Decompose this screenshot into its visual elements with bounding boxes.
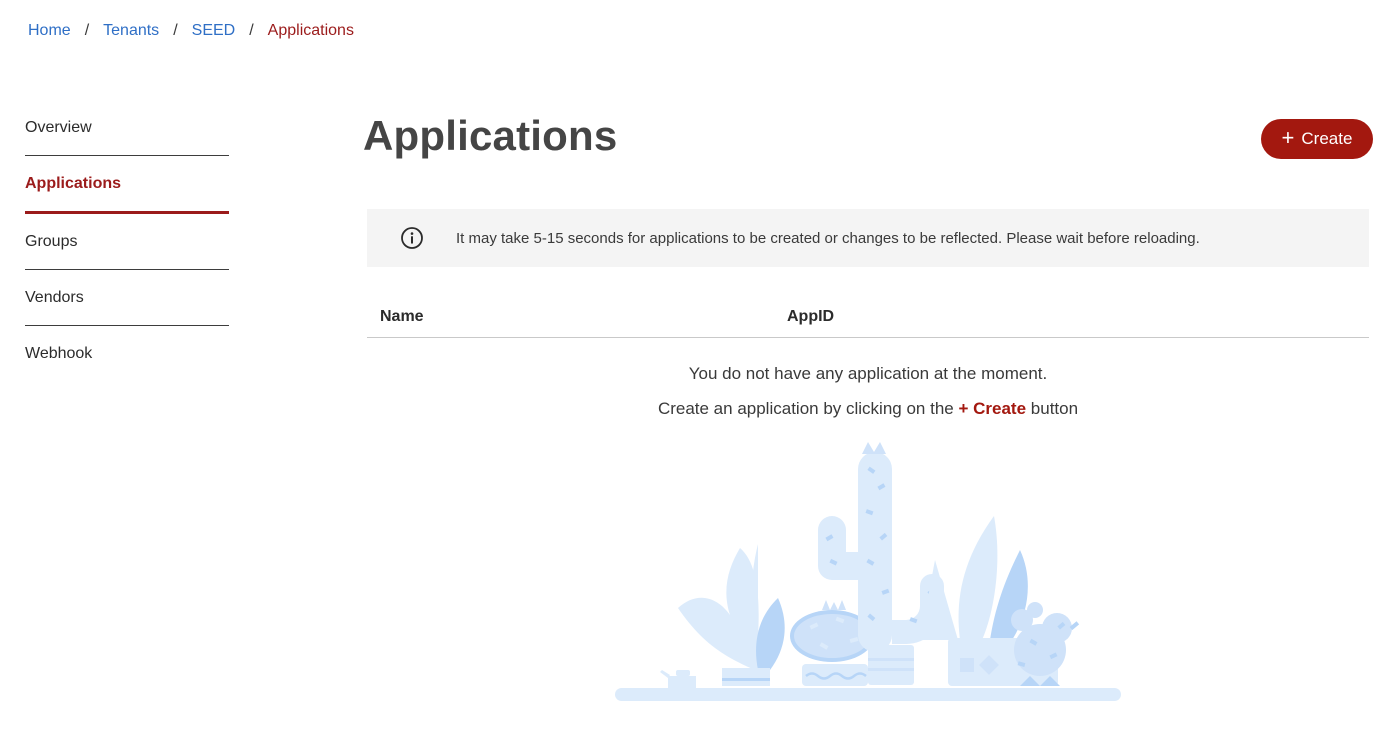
breadcrumb: Home / Tenants / SEED / Applications	[28, 22, 354, 40]
applications-table: Name AppID	[367, 296, 1369, 338]
breadcrumb-home-link[interactable]: Home	[28, 22, 71, 40]
info-icon	[400, 226, 424, 250]
breadcrumb-separator: /	[84, 22, 90, 39]
empty-state-message: You do not have any application at the m…	[688, 364, 1048, 383]
empty-state-instruction-suffix: button	[1030, 399, 1079, 418]
page-title: Applications	[363, 112, 618, 159]
empty-state-instruction: Create an application by clicking on the…	[367, 397, 1369, 421]
info-banner-text: It may take 5-15 seconds for application…	[456, 229, 1200, 247]
sidebar-item-applications[interactable]: Applications	[25, 156, 229, 214]
create-button-label: Create	[1301, 129, 1353, 148]
breadcrumb-seed-link[interactable]: SEED	[192, 22, 236, 40]
sidebar-item-webhook[interactable]: Webhook	[25, 326, 229, 382]
cactus-plants-illustration	[610, 440, 1125, 705]
column-header-name[interactable]: Name	[367, 308, 787, 326]
table-header: Name AppID	[367, 296, 1369, 338]
sidebar-item-overview[interactable]: Overview	[25, 100, 229, 156]
breadcrumb-current: Applications	[267, 22, 354, 39]
breadcrumb-tenants-link[interactable]: Tenants	[103, 22, 159, 40]
breadcrumb-separator: /	[173, 22, 178, 39]
info-banner: It may take 5-15 seconds for application…	[367, 209, 1369, 267]
empty-state-create-link[interactable]: + Create	[958, 399, 1026, 418]
page: Home / Tenants / SEED / Applications Ove…	[0, 0, 1398, 735]
empty-state: You do not have any application at the m…	[367, 362, 1369, 421]
column-header-appid[interactable]: AppID	[787, 308, 834, 326]
sidebar-item-groups[interactable]: Groups	[25, 214, 229, 270]
create-button[interactable]: + Create	[1261, 119, 1373, 159]
sidebar-item-vendors[interactable]: Vendors	[25, 270, 229, 326]
empty-state-instruction-prefix: Create an application by clicking on the	[657, 399, 954, 418]
plus-icon: +	[1281, 125, 1295, 150]
sidebar-nav: Overview Applications Groups Vendors Web…	[25, 100, 229, 382]
breadcrumb-separator: /	[249, 22, 254, 39]
